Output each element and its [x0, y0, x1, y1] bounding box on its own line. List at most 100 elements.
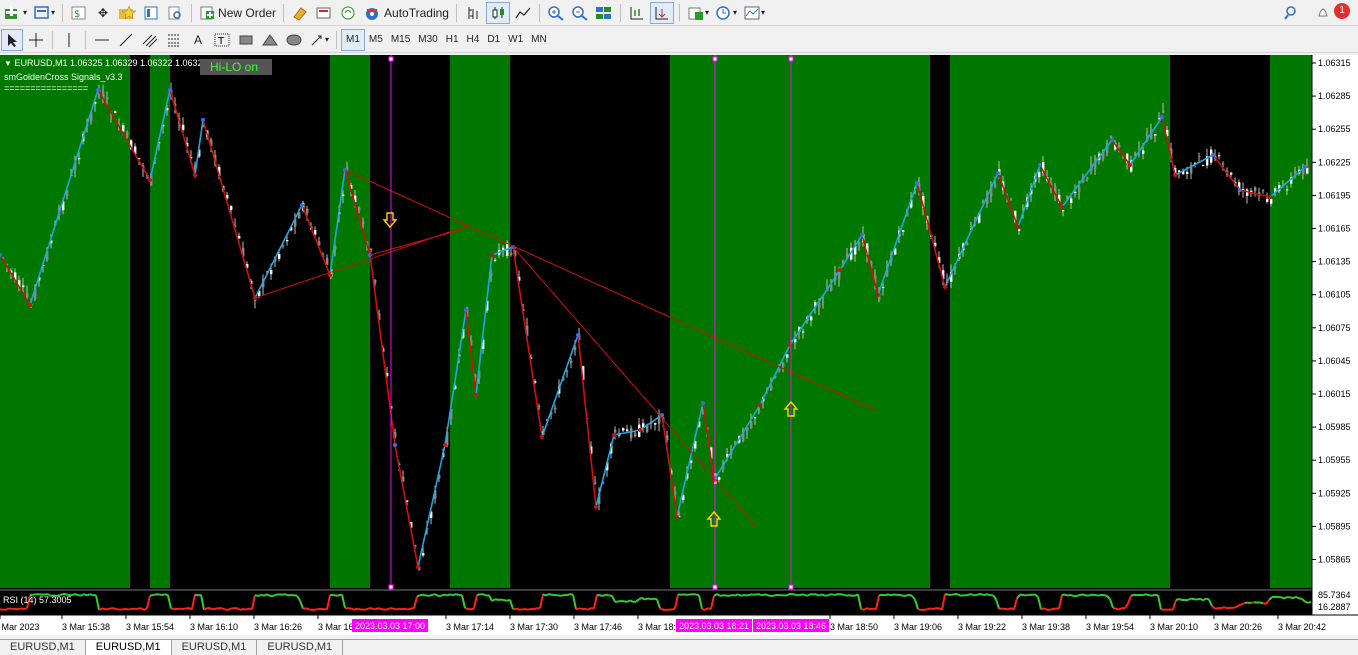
indicator-rule: ================ — [4, 83, 89, 93]
ellipse-icon[interactable] — [283, 29, 305, 51]
rsi-line-segment — [1115, 607, 1120, 611]
zigzag-pivot — [201, 118, 205, 122]
rsi-line-segment — [890, 593, 895, 597]
time-label: 3 Mar 19:22 — [958, 622, 1006, 632]
timeframe-w1[interactable]: W1 — [504, 29, 527, 51]
candle-body — [1286, 189, 1289, 191]
rsi-line-segment — [623, 600, 628, 603]
candle-body — [1118, 144, 1121, 148]
time-label: 3 Mar 18:50 — [830, 622, 878, 632]
timeframe-m1[interactable]: M1 — [341, 28, 365, 51]
notifications-icon[interactable] — [1312, 2, 1334, 24]
marker-handle — [788, 584, 794, 590]
rsi-line-segment — [794, 593, 799, 597]
chart-shift-icon[interactable] — [626, 2, 648, 24]
rsi-line-segment — [980, 593, 985, 597]
horizontal-line-icon[interactable] — [91, 29, 113, 51]
autotrading-button[interactable]: AutoTrading — [361, 2, 451, 24]
rsi-line-segment — [1187, 597, 1192, 601]
arrows-icon[interactable]: ▾ — [307, 29, 331, 51]
zoom-out-icon[interactable] — [569, 2, 591, 24]
rsi-line-segment — [23, 607, 28, 611]
triangle-icon[interactable] — [259, 29, 281, 51]
autoscroll-icon[interactable] — [649, 1, 674, 24]
indicators-button[interactable]: ▾ — [685, 2, 711, 24]
price-label: 1.06285 — [1318, 91, 1351, 101]
chart-tab[interactable]: EURUSD,M1 — [85, 640, 172, 655]
fibonacci-icon[interactable] — [163, 29, 185, 51]
time-label: 3 Mar 19:06 — [894, 622, 942, 632]
cursor-icon[interactable] — [1, 28, 23, 51]
candle-body — [122, 125, 125, 132]
chart-tab[interactable]: EURUSD,M1 — [0, 640, 86, 655]
candle-body — [106, 97, 109, 100]
marker-handle — [712, 56, 718, 62]
bar-chart-icon[interactable] — [462, 2, 484, 24]
new-chart-button[interactable]: ▾ — [1, 2, 29, 24]
rsi-line-segment — [263, 593, 268, 597]
candle-body — [554, 407, 557, 410]
rsi-line-segment — [545, 593, 550, 597]
templates-button[interactable]: ▾ — [741, 2, 767, 24]
line-chart-icon[interactable] — [512, 2, 534, 24]
rsi-line-segment — [464, 607, 469, 610]
trendline-icon[interactable] — [115, 29, 137, 51]
rsi-line-segment — [878, 593, 883, 597]
rsi-line-segment — [569, 593, 574, 596]
rsi-line-segment — [731, 594, 736, 597]
timeframe-h4[interactable]: H4 — [463, 29, 484, 51]
new-order-button[interactable]: New Order — [197, 2, 278, 24]
rsi-line-segment — [602, 593, 607, 597]
chart-tab[interactable]: EURUSD,M1 — [257, 640, 344, 655]
price-chart[interactable]: 1.06315 1.06285 1.06255 1.06225 1.06195 1.061… — [0, 55, 1358, 635]
autotrading-label: AutoTrading — [384, 5, 449, 20]
candlestick-icon[interactable] — [485, 1, 510, 24]
favorites-icon[interactable] — [116, 2, 138, 24]
chart-tab[interactable]: EURUSD,M1 — [172, 640, 258, 655]
mailbox-icon[interactable] — [313, 2, 335, 24]
zoom-in-icon[interactable] — [545, 2, 567, 24]
candle-body — [1162, 110, 1165, 114]
timeframe-m30[interactable]: M30 — [414, 29, 441, 51]
zigzag-pivot — [464, 308, 468, 312]
periods-button[interactable]: ▾ — [713, 2, 739, 24]
text-label-icon[interactable]: T — [211, 29, 233, 51]
timeframe-h1[interactable]: H1 — [442, 29, 463, 51]
profiles-button[interactable]: ▾ — [31, 2, 57, 24]
rsi-line-segment — [515, 607, 520, 611]
rsi-subwindow — [0, 589, 1358, 614]
chart-window[interactable]: 1.06315 1.06285 1.06255 1.06225 1.06195 1.061… — [0, 55, 1358, 635]
rectangle-icon[interactable] — [235, 29, 257, 51]
vertical-line-icon[interactable] — [58, 29, 80, 51]
rsi-line-segment — [683, 593, 688, 596]
timeframe-d1[interactable]: D1 — [483, 29, 504, 51]
equidistant-channel-icon[interactable] — [139, 29, 161, 51]
session-band — [330, 55, 370, 588]
zigzag-pivot — [594, 505, 598, 509]
rsi-line-segment — [740, 594, 745, 597]
navigator-icon[interactable] — [140, 2, 162, 24]
tile-windows-icon[interactable] — [593, 2, 615, 24]
rsi-line-segment — [905, 593, 910, 597]
market-watch-icon[interactable]: $ — [68, 2, 90, 24]
signals-icon[interactable] — [337, 2, 359, 24]
zigzag-pivot — [1238, 188, 1242, 192]
crosshair-tool-icon[interactable] — [25, 29, 47, 51]
strategy-tester-icon[interactable] — [164, 2, 186, 24]
rsi-line-segment — [734, 593, 739, 597]
rsi-line-segment — [1040, 607, 1045, 611]
price-label: 1.06255 — [1318, 124, 1351, 134]
metaeditor-icon[interactable] — [289, 2, 311, 24]
timeframe-m5[interactable]: M5 — [365, 29, 387, 51]
candle-body — [1086, 177, 1089, 180]
timeframe-m15[interactable]: M15 — [387, 29, 414, 51]
text-icon[interactable]: A — [187, 29, 209, 51]
rsi-line-segment — [86, 593, 91, 597]
price-label: 1.06225 — [1318, 157, 1351, 167]
search-icon[interactable] — [1281, 2, 1303, 24]
crosshair-icon[interactable]: ✥ — [92, 2, 114, 24]
timeframe-mn[interactable]: MN — [527, 29, 551, 51]
time-label: 3 Mar 16:26 — [254, 622, 302, 632]
rsi-line-segment — [1067, 593, 1072, 597]
hilo-button[interactable]: Hi-LO on — [200, 59, 272, 75]
